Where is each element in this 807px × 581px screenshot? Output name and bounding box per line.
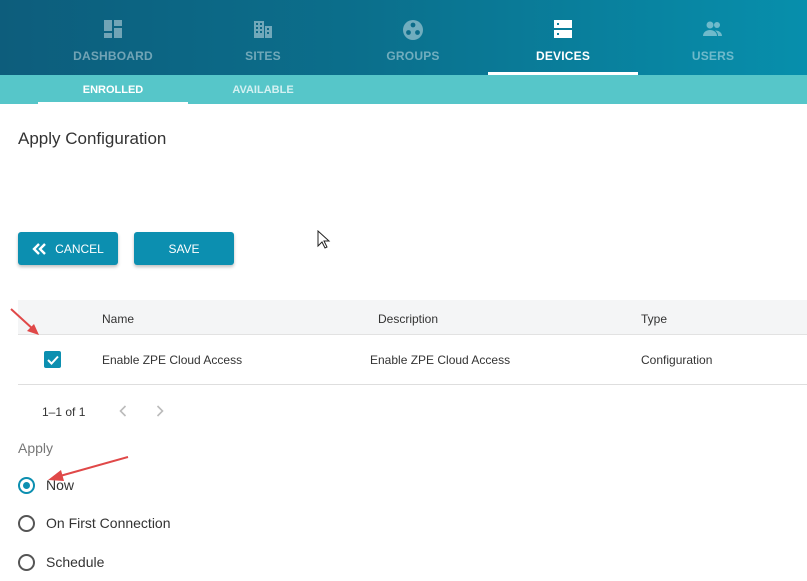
checkmark-icon xyxy=(46,355,59,365)
nav-dashboard[interactable]: DASHBOARD xyxy=(38,0,188,75)
cancel-button[interactable]: CANCEL xyxy=(18,232,118,265)
nav-dashboard-label: DASHBOARD xyxy=(73,49,153,63)
mouse-cursor-icon xyxy=(317,229,331,255)
nav-devices-label: DEVICES xyxy=(535,49,591,63)
nav-sites[interactable]: SITES xyxy=(188,0,338,75)
table-row[interactable]: Enable ZPE Cloud Access Enable ZPE Cloud… xyxy=(18,335,807,385)
column-header-type[interactable]: Type xyxy=(641,312,667,326)
top-navigation: DASHBOARD SITES GROUPS DEVICES USERS xyxy=(0,0,807,75)
nav-users-label: USERS xyxy=(691,49,735,63)
groups-icon xyxy=(338,19,488,41)
radio-schedule-label: Schedule xyxy=(46,554,105,570)
radio-on-first-connection-control[interactable] xyxy=(18,514,35,532)
tab-enrolled[interactable]: ENROLLED xyxy=(38,75,188,104)
nav-sites-label: SITES xyxy=(245,49,281,63)
column-header-description[interactable]: Description xyxy=(378,312,438,326)
cell-type: Configuration xyxy=(641,353,713,367)
next-page-button[interactable] xyxy=(152,403,168,419)
cell-name: Enable ZPE Cloud Access xyxy=(102,353,243,367)
radio-schedule-control[interactable] xyxy=(18,553,35,571)
radio-schedule[interactable]: Schedule xyxy=(18,552,104,572)
tab-enrolled-label: ENROLLED xyxy=(82,84,144,96)
building-icon xyxy=(188,19,338,41)
table-header: Name Description Type xyxy=(18,300,807,335)
row-checkbox[interactable] xyxy=(44,351,61,368)
tab-active-indicator xyxy=(38,102,188,104)
users-icon xyxy=(638,19,788,41)
save-button-label: SAVE xyxy=(168,241,200,256)
cell-description: Enable ZPE Cloud Access xyxy=(370,353,511,367)
page-title: Apply Configuration xyxy=(18,129,167,148)
chevron-right-icon xyxy=(156,405,164,417)
radio-on-first-connection[interactable]: On First Connection xyxy=(18,513,171,533)
save-button[interactable]: SAVE xyxy=(134,232,234,265)
prev-page-button[interactable] xyxy=(115,403,131,419)
dashboard-icon xyxy=(38,19,188,41)
column-header-name[interactable]: Name xyxy=(102,312,134,326)
radio-on-first-connection-label: On First Connection xyxy=(46,515,171,531)
pagination-text: 1–1 of 1 xyxy=(42,405,86,419)
radio-now[interactable]: Now xyxy=(18,475,74,495)
apply-label: Apply xyxy=(18,440,54,456)
nav-users[interactable]: USERS xyxy=(638,0,788,75)
tab-available[interactable]: AVAILABLE xyxy=(188,75,338,104)
tab-available-label: AVAILABLE xyxy=(232,84,294,96)
nav-devices[interactable]: DEVICES xyxy=(488,0,638,75)
nav-groups-label: GROUPS xyxy=(386,49,440,63)
chevron-left-icon xyxy=(119,405,127,417)
radio-now-label: Now xyxy=(46,477,75,493)
sub-navigation: ENROLLED AVAILABLE xyxy=(0,75,807,104)
double-chevron-left-icon xyxy=(32,242,47,255)
radio-now-control[interactable] xyxy=(18,476,35,494)
server-icon xyxy=(488,19,638,41)
cancel-button-label: CANCEL xyxy=(55,241,104,256)
nav-groups[interactable]: GROUPS xyxy=(338,0,488,75)
